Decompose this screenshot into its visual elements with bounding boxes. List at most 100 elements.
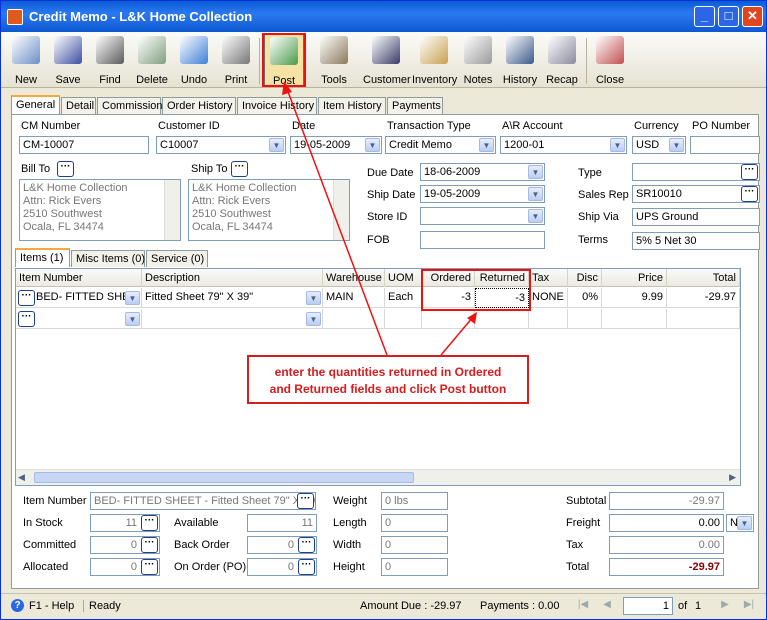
column-price[interactable]: Price [602, 269, 667, 287]
type-lookup-button[interactable]: ··· [741, 164, 758, 180]
table-row[interactable]: ··· BED- FITTED SHEE ▼ Fitted Sheet 79" X … [16, 288, 740, 308]
transaction-type-select[interactable]: Credit Memo ▼ [385, 136, 496, 154]
disc-cell[interactable] [568, 309, 602, 329]
warehouse-cell[interactable]: MAIN [323, 288, 385, 308]
ship-date-picker[interactable]: 19-05-2009 ▼ [420, 185, 545, 203]
in-stock-lookup-button[interactable]: ··· [141, 515, 158, 531]
column-description[interactable]: Description [142, 269, 323, 287]
chevron-down-icon[interactable]: ▼ [125, 291, 140, 305]
back-order-field[interactable]: 0 ··· [247, 536, 317, 554]
scroll-left-icon[interactable]: ◀ [18, 472, 25, 483]
tab-invoice-history[interactable]: Invoice History [237, 97, 317, 115]
item-number-cell[interactable]: ··· ▼ [16, 309, 142, 329]
delete-button[interactable]: Delete [132, 34, 172, 86]
scroll-right-icon[interactable]: ▶ [729, 472, 736, 483]
chevron-down-icon[interactable]: ▼ [125, 312, 140, 326]
column-disc[interactable]: Disc [568, 269, 602, 287]
type-input[interactable]: ··· [632, 163, 760, 181]
height-field[interactable]: 0 [381, 558, 448, 576]
disc-cell[interactable]: 0% [568, 288, 602, 308]
close-button[interactable]: Close [590, 34, 630, 86]
committed-field[interactable]: 0 ··· [90, 536, 160, 554]
tax-cell[interactable] [529, 309, 568, 329]
tab-misc-items[interactable]: Misc Items (0) [71, 250, 145, 267]
on-order-field[interactable]: 0 ··· [247, 558, 317, 576]
warehouse-cell[interactable] [323, 309, 385, 329]
available-field[interactable]: 11 [247, 514, 317, 532]
item-number-lookup-button[interactable]: ··· [297, 493, 314, 509]
allocated-lookup-button[interactable]: ··· [141, 559, 158, 575]
customer-id-select[interactable]: C10007 ▼ [156, 136, 286, 154]
minimize-button[interactable]: _ [694, 6, 715, 27]
description-cell[interactable]: ▼ [142, 309, 323, 329]
chevron-down-icon[interactable]: ▼ [479, 138, 494, 152]
table-row-empty[interactable]: ··· ▼ ▼ [16, 309, 740, 329]
tab-order-history[interactable]: Order History [162, 97, 236, 115]
undo-button[interactable]: Undo [174, 34, 214, 86]
tab-commission[interactable]: Commission [97, 97, 163, 115]
length-field[interactable]: 0 [381, 514, 448, 532]
chevron-down-icon[interactable]: ▼ [269, 138, 284, 152]
item-lookup-button[interactable]: ··· [18, 290, 35, 306]
tab-general[interactable]: General [11, 95, 60, 115]
freight-input[interactable]: 0.00 [609, 514, 724, 532]
uom-cell[interactable]: Each [385, 288, 422, 308]
chevron-down-icon[interactable]: ▼ [528, 165, 543, 179]
next-page-icon[interactable]: ▶ [717, 599, 733, 615]
chevron-down-icon[interactable]: ▼ [365, 138, 380, 152]
chevron-down-icon[interactable]: ▼ [669, 138, 684, 152]
uom-cell[interactable] [385, 309, 422, 329]
column-total[interactable]: Total [667, 269, 740, 287]
inventory-button[interactable]: Inventory [412, 34, 457, 86]
sales-rep-lookup-button[interactable]: ··· [741, 186, 758, 202]
chevron-down-icon[interactable]: ▼ [737, 516, 752, 530]
close-window-button[interactable]: ✕ [742, 6, 763, 27]
tab-detail[interactable]: Detail [61, 97, 96, 115]
ordered-cell[interactable] [422, 309, 475, 329]
allocated-field[interactable]: 0 ··· [90, 558, 160, 576]
committed-lookup-button[interactable]: ··· [141, 537, 158, 553]
width-field[interactable]: 0 [381, 536, 448, 554]
column-tax[interactable]: Tax [529, 269, 568, 287]
cm-number-input[interactable]: CM-10007 [19, 136, 149, 154]
bill-to-address[interactable]: L&K Home Collection Attn: Rick Evers 251… [19, 179, 181, 241]
price-cell[interactable]: 9.99 [602, 288, 667, 308]
column-item-number[interactable]: Item Number [16, 269, 142, 287]
tab-item-history[interactable]: Item History [318, 97, 386, 115]
chevron-down-icon[interactable]: ▼ [528, 187, 543, 201]
customer-button[interactable]: Customer [363, 34, 411, 86]
page-number-input[interactable]: 1 [623, 597, 673, 615]
tab-service[interactable]: Service (0) [146, 250, 208, 267]
returned-cell[interactable] [475, 309, 529, 329]
tax-cell[interactable]: NONE [529, 288, 568, 308]
tab-payments[interactable]: Payments [387, 97, 443, 115]
description-cell[interactable]: Fitted Sheet 79" X 39" ▼ [142, 288, 323, 308]
bill-to-scrollbar[interactable] [164, 180, 180, 240]
ar-account-select[interactable]: 1200-01 ▼ [500, 136, 627, 154]
currency-select[interactable]: USD ▼ [632, 136, 686, 154]
print-button[interactable]: Print [216, 34, 256, 86]
chevron-down-icon[interactable]: ▼ [306, 291, 321, 305]
history-button[interactable]: History [500, 34, 540, 86]
last-page-icon[interactable]: ▶| [741, 599, 757, 615]
find-button[interactable]: Find [90, 34, 130, 86]
tab-items[interactable]: Items (1) [15, 248, 70, 267]
chevron-down-icon[interactable]: ▼ [306, 312, 321, 326]
item-number-cell[interactable]: ··· BED- FITTED SHEE ▼ [16, 288, 142, 308]
column-uom[interactable]: UOM [385, 269, 422, 287]
ship-via-input[interactable]: UPS Ground [632, 208, 760, 226]
title-bar[interactable]: Credit Memo - L&K Home Collection _ □ ✕ [1, 1, 766, 32]
scrollbar-thumb[interactable] [34, 472, 414, 483]
grid-horizontal-scrollbar[interactable]: ◀ ▶ [16, 469, 740, 485]
total-cell[interactable] [667, 309, 740, 329]
item-lookup-button[interactable]: ··· [18, 311, 35, 327]
ship-to-address[interactable]: L&K Home Collection Attn: Rick Evers 251… [188, 179, 350, 241]
column-warehouse[interactable]: Warehouse [323, 269, 385, 287]
due-date-picker[interactable]: 18-06-2009 ▼ [420, 163, 545, 181]
first-page-icon[interactable]: |◀ [575, 599, 591, 615]
new-button[interactable]: New [6, 34, 46, 86]
freight-option-select[interactable]: N ▼ [726, 514, 754, 532]
date-picker[interactable]: 19-05-2009 ▼ [290, 136, 382, 154]
price-cell[interactable] [602, 309, 667, 329]
back-order-lookup-button[interactable]: ··· [298, 537, 315, 553]
